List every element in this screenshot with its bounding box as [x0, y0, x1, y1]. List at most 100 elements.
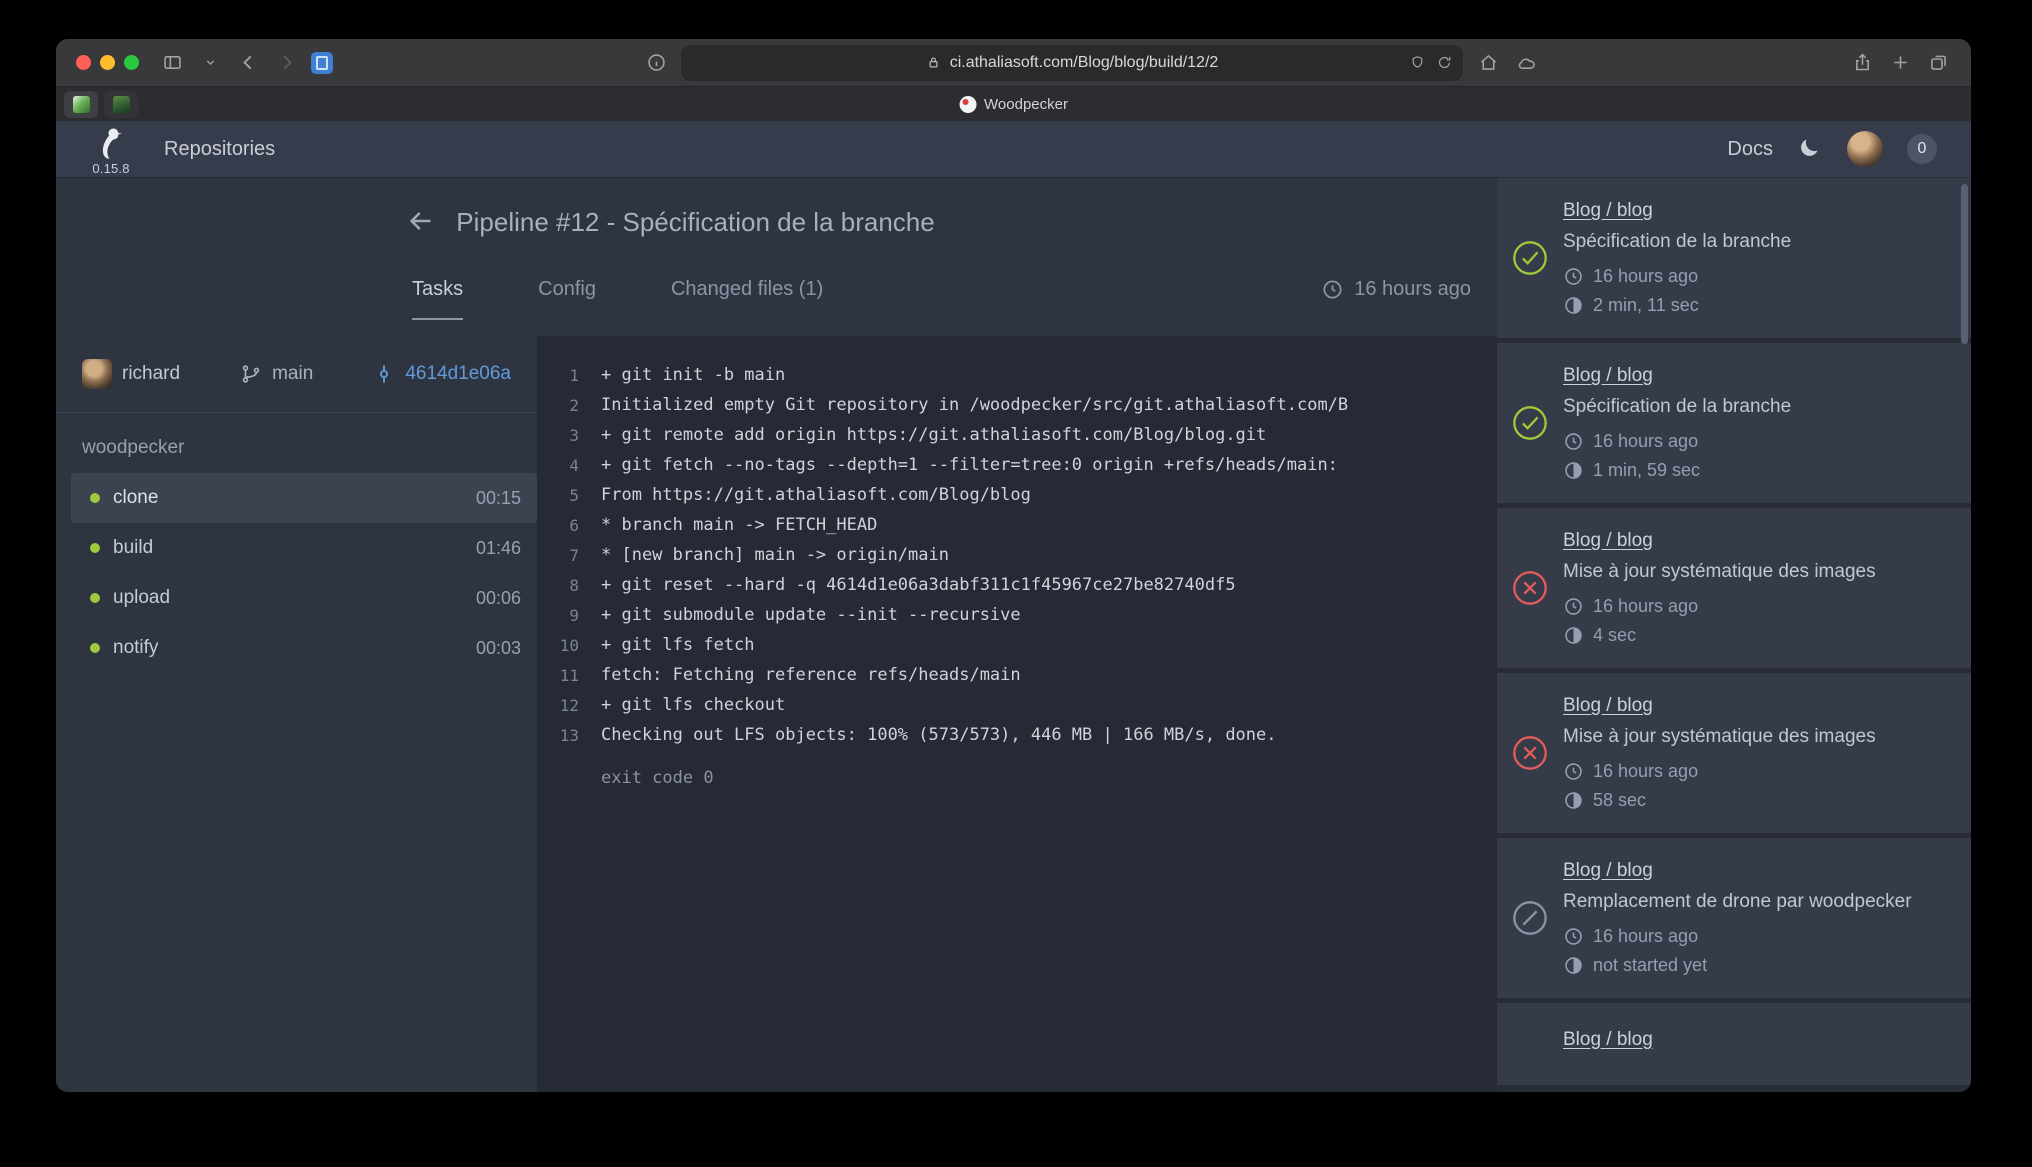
clock-icon: [1321, 278, 1344, 301]
status-success-icon: [1511, 404, 1549, 442]
pinned-tab-2-favicon: [113, 96, 130, 113]
tab-overview-icon[interactable]: [1925, 50, 1951, 76]
step-build[interactable]: build 01:46: [71, 523, 537, 573]
repo-link[interactable]: Blog / blog: [1563, 695, 1653, 717]
build-entry[interactable]: Blog / blog Spécification de la branche …: [1497, 343, 1971, 503]
step-duration: 00:15: [476, 488, 521, 509]
build-duration-text: 2 min, 11 sec: [1593, 295, 1699, 316]
build-entry[interactable]: Blog / blog Spécification de la branche …: [1497, 178, 1971, 338]
build-time: 16 hours ago: [1563, 266, 1959, 287]
app-version: 0.15.8: [92, 161, 129, 176]
build-meta-row: richard main 4614d1e06a: [56, 336, 537, 413]
build-entry[interactable]: Blog / blog Remplacement de drone par wo…: [1497, 838, 1971, 998]
back-button[interactable]: [235, 50, 261, 76]
step-clone[interactable]: clone 00:15: [71, 473, 537, 523]
build-entry[interactable]: Blog / blog Mise à jour systématique des…: [1497, 508, 1971, 668]
build-entry[interactable]: Blog / blog: [1497, 1003, 1971, 1085]
line-text: + git submodule update --init --recursiv…: [601, 605, 1021, 625]
lock-icon: [926, 55, 941, 70]
tab-strip: Woodpecker: [56, 86, 1971, 121]
privacy-shield-icon[interactable]: [1409, 54, 1426, 71]
step-name: build: [113, 537, 153, 559]
user-avatar[interactable]: [1847, 131, 1883, 167]
build-branch: main: [240, 363, 313, 385]
minimize-window-button[interactable]: [100, 55, 115, 70]
line-text: fetch: Fetching reference refs/heads/mai…: [601, 665, 1021, 685]
reload-icon[interactable]: [1436, 54, 1453, 71]
duration-icon: [1563, 955, 1584, 976]
status-failure-icon: [1511, 569, 1549, 607]
extension-icon-blue[interactable]: [311, 52, 333, 74]
repo-link[interactable]: Blog / blog: [1563, 1029, 1653, 1051]
share-icon[interactable]: [1849, 50, 1875, 76]
build-duration: 2 min, 11 sec: [1563, 295, 1959, 316]
forward-button[interactable]: [273, 50, 299, 76]
pipeline-header: Pipeline #12 - Spécification de la branc…: [56, 178, 1497, 336]
counter-badge[interactable]: 0: [1907, 134, 1937, 164]
repo-link[interactable]: Blog / blog: [1563, 365, 1653, 387]
app-navbar: 0.15.8 Repositories Docs 0: [56, 121, 1971, 178]
clock-icon: [1563, 761, 1584, 782]
new-tab-icon[interactable]: [1887, 50, 1913, 76]
sidebar-toggle-icon[interactable]: [159, 50, 185, 76]
back-arrow-icon[interactable]: [406, 206, 438, 238]
line-text: * [new branch] main -> origin/main: [601, 545, 949, 565]
build-message: Mise à jour systématique des images: [1563, 726, 1959, 748]
pinned-tab-1[interactable]: [64, 91, 98, 118]
clock-icon: [1563, 266, 1584, 287]
line-number: 13: [543, 726, 579, 745]
build-message: Remplacement de drone par woodpecker: [1563, 891, 1959, 913]
repo-link[interactable]: Blog / blog: [1563, 530, 1653, 552]
line-text: + git reset --hard -q 4614d1e06a3dabf311…: [601, 575, 1236, 595]
sidebar-scrollbar[interactable]: [1961, 184, 1968, 344]
line-text: + git lfs checkout: [601, 695, 785, 715]
home-icon[interactable]: [1475, 50, 1501, 76]
close-window-button[interactable]: [76, 55, 91, 70]
repo-link[interactable]: Blog / blog: [1563, 200, 1653, 222]
build-duration: 58 sec: [1563, 790, 1959, 811]
address-bar[interactable]: ci.athaliasoft.com/Blog/blog/build/12/2: [681, 45, 1463, 81]
fullscreen-window-button[interactable]: [124, 55, 139, 70]
branch-name: main: [272, 363, 313, 385]
cloud-tabs-icon[interactable]: [1513, 50, 1539, 76]
line-number: 7: [543, 546, 579, 565]
duration-icon: [1563, 295, 1584, 316]
dark-mode-toggle-icon[interactable]: [1797, 136, 1823, 162]
branch-icon: [240, 363, 262, 385]
pinned-tab-2[interactable]: [104, 91, 138, 118]
commit-hash: 4614d1e06a: [405, 363, 511, 385]
clock-icon: [1563, 926, 1584, 947]
build-time: 16 hours ago: [1563, 431, 1959, 452]
browser-toolbar: ci.athaliasoft.com/Blog/blog/build/12/2: [56, 39, 1971, 86]
line-text: + git lfs fetch: [601, 635, 755, 655]
traffic-lights: [76, 55, 139, 70]
tab-config[interactable]: Config: [538, 278, 596, 320]
status-not-started-icon: [1511, 899, 1549, 937]
build-entry[interactable]: Blog / blog Mise à jour systématique des…: [1497, 673, 1971, 833]
line-number: 6: [543, 516, 579, 535]
build-message: Mise à jour systématique des images: [1563, 561, 1959, 583]
line-text: Initialized empty Git repository in /woo…: [601, 395, 1348, 415]
nav-docs-link[interactable]: Docs: [1727, 138, 1773, 161]
extension-info-icon[interactable]: [643, 50, 669, 76]
duration-icon: [1563, 790, 1584, 811]
line-number: 10: [543, 636, 579, 655]
url-text: ci.athaliasoft.com/Blog/blog/build/12/2: [950, 54, 1219, 72]
tab-changed-files[interactable]: Changed files (1): [671, 278, 823, 320]
woodpecker-logo[interactable]: 0.15.8: [82, 127, 140, 176]
line-number: 5: [543, 486, 579, 505]
step-upload[interactable]: upload 00:06: [71, 573, 537, 623]
repo-link[interactable]: Blog / blog: [1563, 860, 1653, 882]
build-commit[interactable]: 4614d1e06a: [373, 363, 511, 385]
tab-tasks[interactable]: Tasks: [412, 278, 463, 320]
line-number: 4: [543, 456, 579, 475]
woodpecker-bird-icon: [95, 127, 128, 160]
pipeline-main: Pipeline #12 - Spécification de la branc…: [56, 178, 1497, 1092]
active-tab[interactable]: Woodpecker: [959, 87, 1068, 121]
log-line: 6* branch main -> FETCH_HEAD: [543, 510, 1497, 540]
nav-repositories-link[interactable]: Repositories: [164, 138, 275, 161]
log-line: 12+ git lfs checkout: [543, 690, 1497, 720]
build-duration-text: 58 sec: [1593, 790, 1646, 811]
sidebar-chevron-down-icon[interactable]: [197, 50, 223, 76]
step-notify[interactable]: notify 00:03: [71, 623, 537, 673]
